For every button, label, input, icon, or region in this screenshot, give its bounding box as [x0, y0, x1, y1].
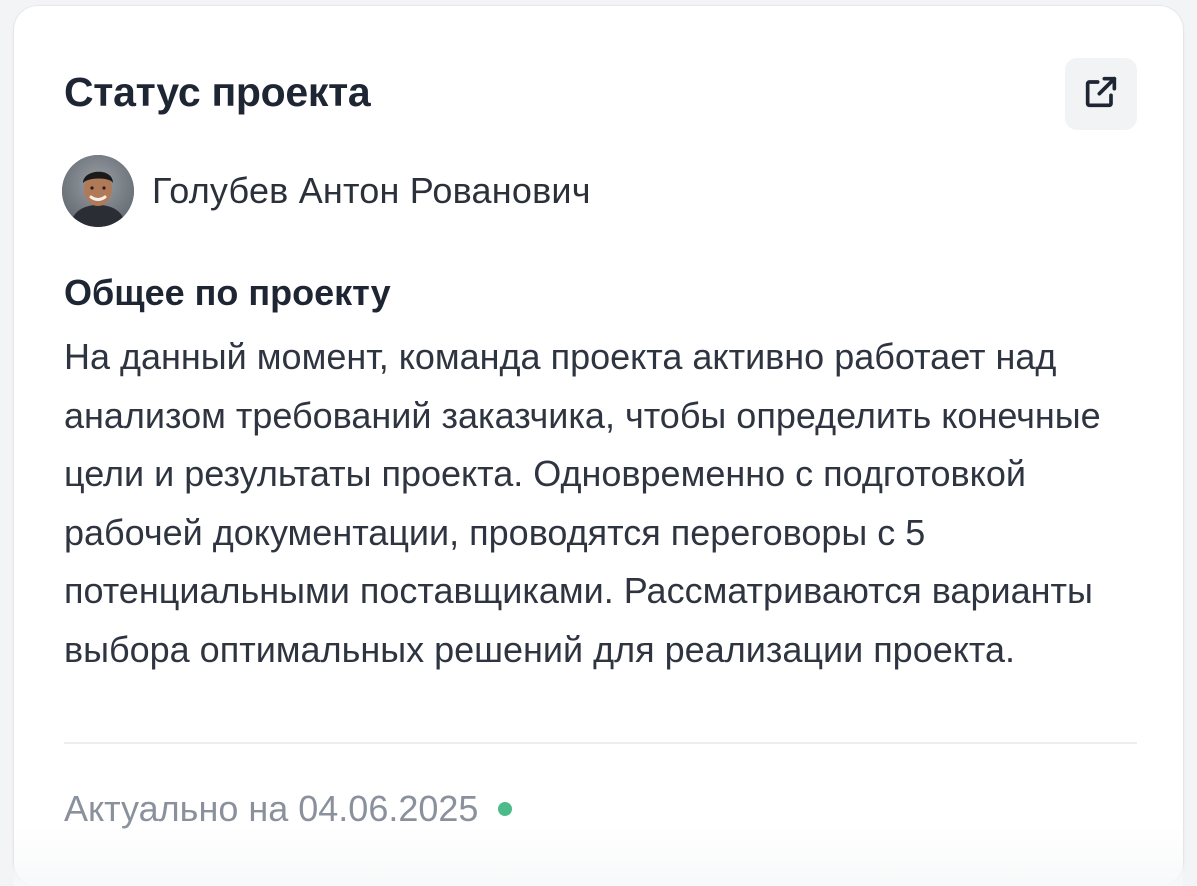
open-external-button[interactable]: [1065, 58, 1137, 130]
project-status-card: Статус проекта Голубев Антон Рованович О…: [14, 6, 1183, 886]
author-row: Голубев Антон Рованович: [62, 155, 591, 227]
divider: [64, 742, 1137, 744]
bottom-fade: [14, 826, 1183, 886]
external-link-icon: [1081, 72, 1121, 117]
updated-date-text: Актуально на 04.06.2025: [64, 788, 479, 829]
card-footer: Актуально на 04.06.2025: [64, 788, 513, 830]
card-title: Статус проекта: [64, 68, 371, 115]
author-name: Голубев Антон Рованович: [152, 170, 591, 211]
project-summary-text: На данный момент, команда проекта активн…: [64, 336, 1101, 670]
avatar[interactable]: [62, 155, 134, 227]
section-heading: Общее по проекту: [64, 272, 391, 313]
card-header: Статус проекта: [64, 58, 1137, 132]
status-dot-icon: [498, 802, 513, 816]
